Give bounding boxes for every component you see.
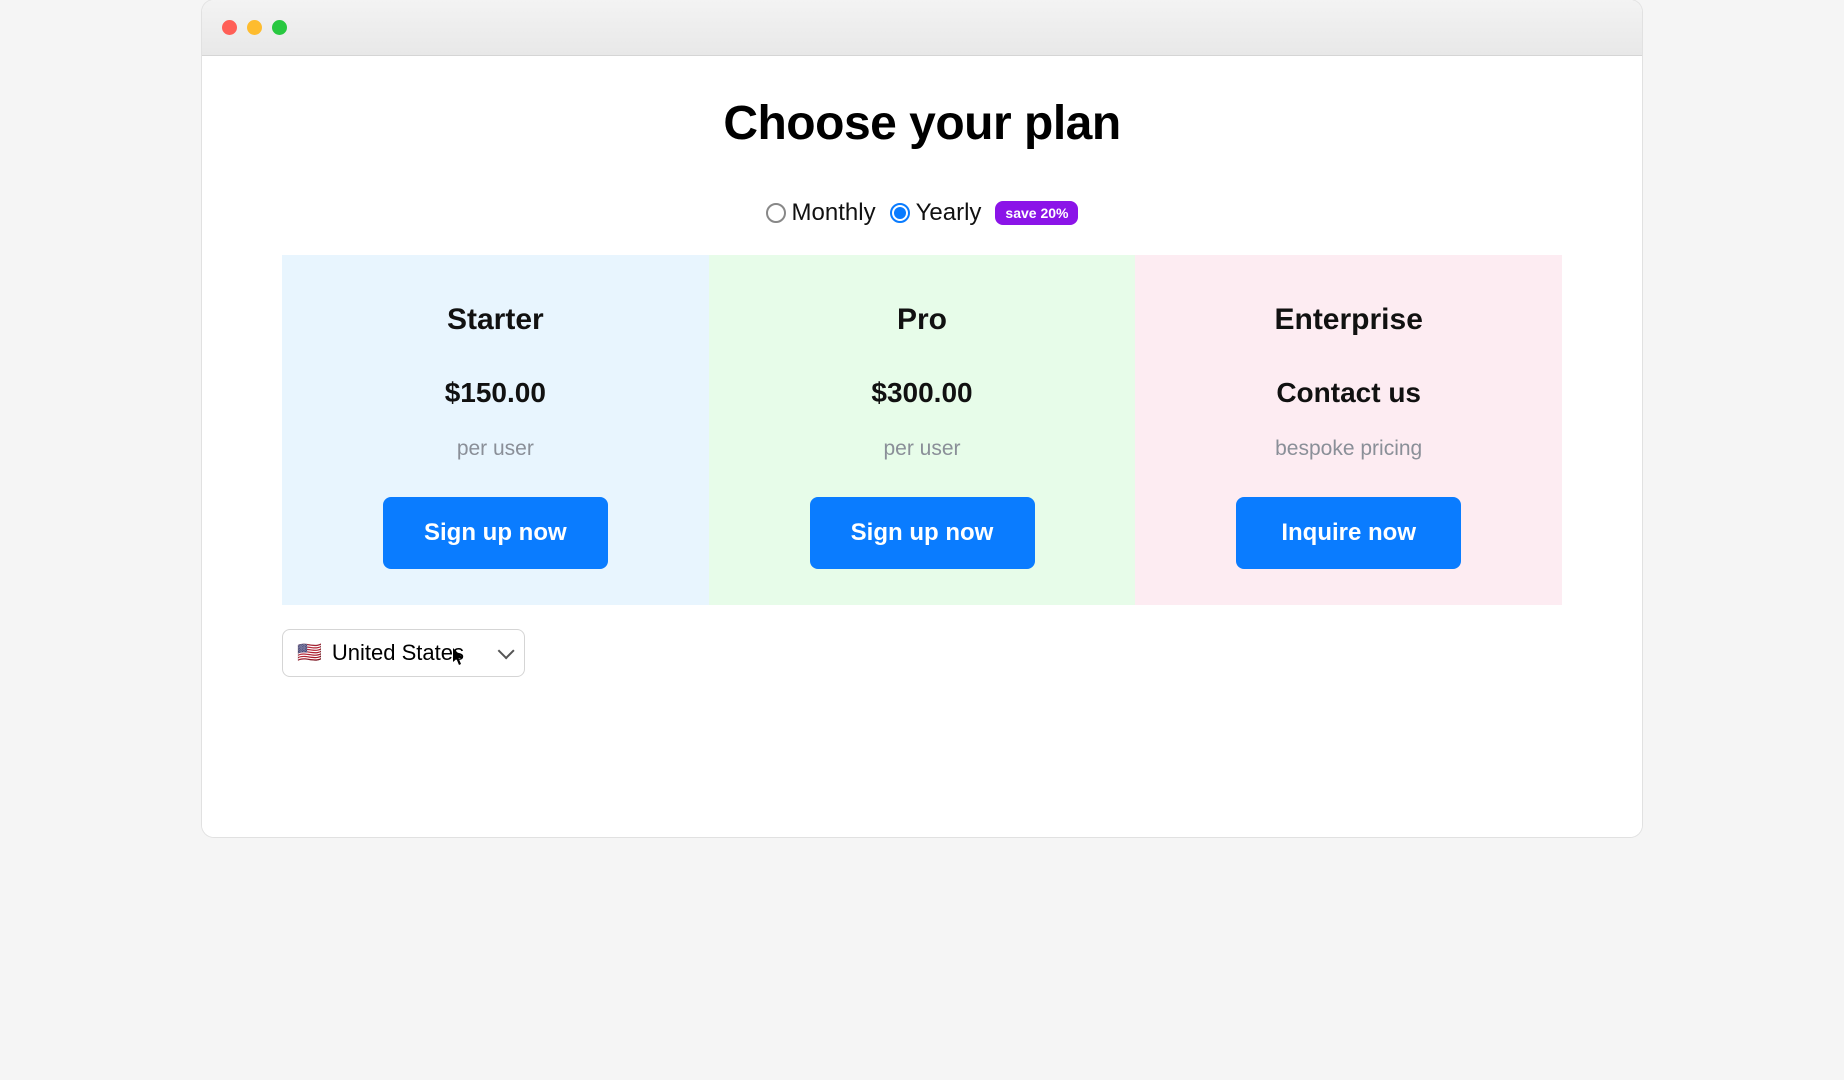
plan-name: Enterprise (1274, 303, 1422, 337)
plan-subtext: per user (457, 437, 534, 461)
radio-label: Yearly (916, 199, 982, 227)
billing-monthly-option[interactable]: Monthly (766, 199, 876, 227)
plan-price: $300.00 (871, 377, 972, 409)
country-select[interactable]: 🇺🇸 United States (282, 629, 525, 677)
maximize-window-button[interactable] (272, 20, 287, 35)
billing-period-selector: Monthly Yearly save 20% (282, 199, 1562, 227)
signup-button-starter[interactable]: Sign up now (383, 497, 608, 569)
app-window: Choose your plan Monthly Yearly save 20%… (202, 0, 1642, 837)
plan-name: Pro (897, 303, 947, 337)
flag-icon: 🇺🇸 (297, 643, 322, 663)
savings-badge: save 20% (995, 201, 1078, 225)
window-titlebar (202, 0, 1642, 56)
radio-icon (890, 203, 910, 223)
plan-subtext: per user (883, 437, 960, 461)
country-label: United States (332, 640, 464, 666)
chevron-down-icon (498, 642, 515, 659)
plan-card-starter: Starter $150.00 per user Sign up now (282, 255, 709, 605)
close-window-button[interactable] (222, 20, 237, 35)
plan-subtext: bespoke pricing (1275, 437, 1422, 461)
plan-price: Contact us (1276, 377, 1421, 409)
plans-grid: Starter $150.00 per user Sign up now Pro… (282, 255, 1562, 605)
page-content: Choose your plan Monthly Yearly save 20%… (202, 56, 1642, 837)
plan-card-enterprise: Enterprise Contact us bespoke pricing In… (1135, 255, 1562, 605)
radio-label: Monthly (792, 199, 876, 227)
page-title: Choose your plan (282, 96, 1562, 151)
radio-icon (766, 203, 786, 223)
signup-button-pro[interactable]: Sign up now (810, 497, 1035, 569)
billing-yearly-option[interactable]: Yearly (890, 199, 982, 227)
plan-card-pro: Pro $300.00 per user Sign up now (709, 255, 1136, 605)
minimize-window-button[interactable] (247, 20, 262, 35)
plan-name: Starter (447, 303, 544, 337)
inquire-button-enterprise[interactable]: Inquire now (1236, 497, 1461, 569)
plan-price: $150.00 (445, 377, 546, 409)
